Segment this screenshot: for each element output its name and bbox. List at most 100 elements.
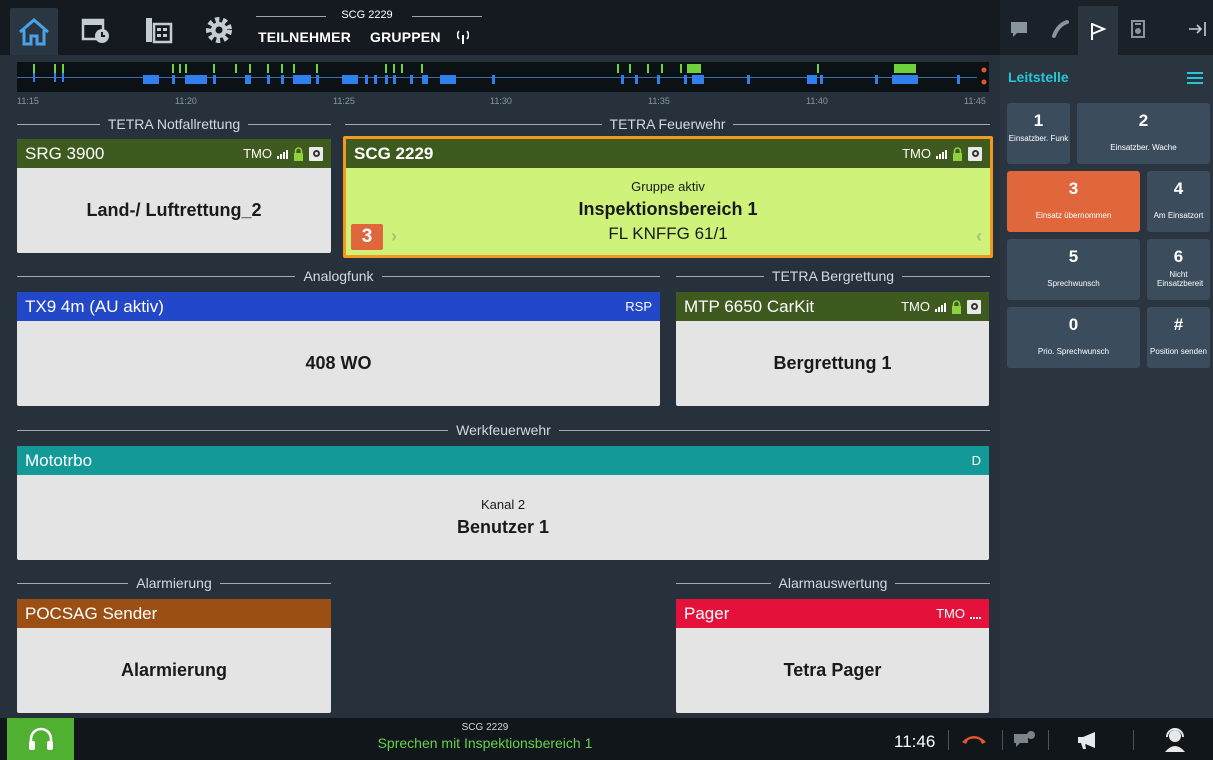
- section-title-feuerwehr: TETRA Feuerwehr: [345, 116, 990, 132]
- status-tab[interactable]: [1078, 6, 1118, 55]
- channel-card-srg-3900[interactable]: SRG 3900 TMO Land-/ Luftrettung_2: [17, 139, 331, 253]
- radio-icon: [1131, 20, 1145, 38]
- user-headset-icon[interactable]: [1162, 727, 1188, 753]
- logout-icon: [1189, 22, 1206, 36]
- card-header: SCG 2229 TMO: [346, 139, 990, 168]
- card-header: Pager TMO: [676, 599, 989, 628]
- messages-tab[interactable]: [1004, 14, 1034, 44]
- settings-icon[interactable]: [967, 299, 981, 314]
- timeline-axis-labels: 11:15 11:20 11:25 11:30 11:35 11:40 11:4…: [17, 96, 992, 108]
- status-key-hash[interactable]: # Position senden: [1147, 307, 1210, 368]
- active-group-title: SCG 2229: [252, 9, 482, 21]
- section-title-alarmierung: Alarmierung: [17, 575, 331, 591]
- chat-settings-icon[interactable]: [1012, 730, 1036, 750]
- status-key-1[interactable]: 1 Einsatzber. Funk: [1007, 103, 1070, 164]
- card-target: Alarmierung: [120, 660, 228, 680]
- key-number: 5: [1068, 247, 1079, 266]
- key-label: Prio. Sprechwunsch: [1037, 347, 1110, 356]
- channel-card-scg-2229[interactable]: SCG 2229 TMO Gruppe aktiv Inspektionsber…: [343, 136, 993, 258]
- status-key-0[interactable]: 0 Prio. Sprechwunsch: [1007, 307, 1140, 368]
- channel-card-mototrbo[interactable]: Mototrbo D Kanal 2 Benutzer 1: [17, 446, 989, 560]
- card-name: Pager: [684, 603, 730, 623]
- chevron-left-icon[interactable]: ‹: [976, 226, 982, 247]
- schedule-button[interactable]: [72, 8, 120, 52]
- message-icon: [1011, 22, 1027, 37]
- signal-icon: [277, 149, 288, 159]
- key-number: #: [1173, 315, 1184, 334]
- status-key-4[interactable]: 4 Am Einsatzort: [1147, 171, 1210, 232]
- section-title-werkfeuerwehr: Werkfeuerwehr: [17, 422, 990, 438]
- antenna-icon[interactable]: [457, 29, 469, 45]
- card-name: SRG 3900: [25, 143, 105, 163]
- key-label: Einsatzber. Funk: [1008, 134, 1069, 143]
- channel-card-mtp-6650[interactable]: MTP 6650 CarKit TMO Bergrettung 1: [676, 292, 989, 406]
- section-title-notfallrettung: TETRA Notfallrettung: [17, 116, 331, 132]
- hamburger-menu-icon[interactable]: [1187, 72, 1203, 84]
- lock-icon: [953, 146, 962, 161]
- call-status: SCG 2229 Sprechen mit Inspektionsbereich…: [340, 722, 630, 751]
- card-name: TX9 4m (AU aktiv): [25, 296, 164, 316]
- card-body: Gruppe aktiv Inspektionsbereich 1 FL KNF…: [346, 168, 990, 255]
- card-body: 408 WO: [17, 321, 660, 406]
- mode-label: TMO: [902, 146, 931, 161]
- card-target: Bergrettung 1: [773, 353, 892, 373]
- headset-button[interactable]: [7, 718, 74, 760]
- mode-label: TMO: [936, 606, 965, 621]
- card-target: 408 WO: [305, 353, 372, 373]
- settings-icon[interactable]: [968, 146, 982, 161]
- calls-tab[interactable]: [1045, 14, 1075, 44]
- key-number: 1: [1033, 111, 1044, 130]
- phonebook-icon: [146, 18, 173, 44]
- settings-button[interactable]: [195, 8, 243, 52]
- card-body: Kanal 2 Benutzer 1: [17, 475, 989, 560]
- status-key-5[interactable]: 5 Sprechwunsch: [1007, 239, 1140, 300]
- clock: 11:46: [894, 732, 936, 751]
- key-number: 6: [1173, 247, 1184, 266]
- channel-card-tx9[interactable]: TX9 4m (AU aktiv) RSP 408 WO: [17, 292, 660, 406]
- card-target: Tetra Pager: [783, 660, 882, 680]
- status-key-3[interactable]: 3 Einsatz übernommen: [1007, 171, 1140, 232]
- home-icon: [19, 17, 49, 45]
- chevron-right-icon[interactable]: ›: [391, 226, 397, 247]
- activity-timeline[interactable]: [17, 62, 989, 92]
- panel-toolbar: [1000, 0, 1213, 55]
- divider: [1002, 730, 1003, 750]
- divider: [948, 730, 949, 750]
- key-label: Einsatzber. Wache: [1110, 143, 1177, 152]
- channel-card-pager[interactable]: Pager TMO Tetra Pager: [676, 599, 989, 713]
- logout-button[interactable]: [1183, 14, 1213, 44]
- phonebook-button[interactable]: [134, 8, 182, 52]
- key-number: 3: [1068, 179, 1079, 198]
- signal-icon: [936, 149, 947, 159]
- timeline-tick-label: 11:30: [490, 96, 512, 106]
- status-key-2[interactable]: 2 Einsatzber. Wache: [1077, 103, 1210, 164]
- tab-groups[interactable]: GRUPPEN: [370, 29, 441, 45]
- card-header: MTP 6650 CarKit TMO: [676, 292, 989, 321]
- card-name: MTP 6650 CarKit: [684, 296, 815, 316]
- panel-title: Leitstelle: [1008, 69, 1069, 85]
- card-target: Benutzer 1: [456, 517, 550, 537]
- settings-icon[interactable]: [309, 146, 323, 161]
- signal-icon: [970, 609, 981, 619]
- mode-label: RSP: [625, 299, 652, 314]
- timeline-tick-label: 11:15: [17, 96, 39, 106]
- timeline-tick-label: 11:45: [964, 96, 986, 106]
- timeline-events: [33, 64, 987, 85]
- hangup-icon[interactable]: [960, 732, 988, 746]
- channel-card-pocsag[interactable]: POCSAG Sender Alarmierung: [17, 599, 331, 713]
- card-header: TX9 4m (AU aktiv) RSP: [17, 292, 660, 321]
- section-title-alarmauswertung: Alarmauswertung: [676, 575, 990, 591]
- card-body: Tetra Pager: [676, 628, 989, 713]
- call-group: SCG 2229: [461, 722, 509, 733]
- megaphone-icon[interactable]: [1075, 730, 1103, 750]
- tab-participants[interactable]: TEILNEHMER: [258, 29, 351, 45]
- status-key-6[interactable]: 6 Nicht Einsatzbereit: [1147, 239, 1210, 300]
- signal-icon: [935, 302, 946, 312]
- home-button[interactable]: [10, 8, 58, 55]
- card-name: Mototrbo: [25, 450, 93, 470]
- flag-icon: [1091, 22, 1107, 40]
- radio-tab[interactable]: [1123, 14, 1153, 44]
- phone-icon: [1052, 20, 1069, 38]
- timeline-tick-label: 11:35: [648, 96, 670, 106]
- lock-icon: [294, 146, 303, 161]
